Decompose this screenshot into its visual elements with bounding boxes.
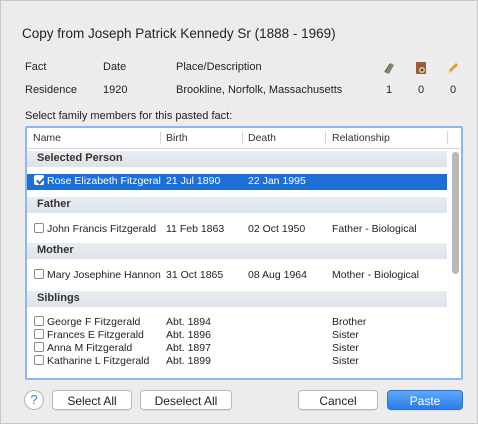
place-header: Place/Description bbox=[176, 61, 262, 73]
table-row[interactable]: John Francis Fitzgerald 11 Feb 1863 02 O… bbox=[27, 222, 447, 236]
table-row[interactable]: George F Fitzgerald Abt. 1894 Brother bbox=[27, 315, 447, 329]
row-checkbox[interactable] bbox=[34, 223, 44, 233]
col-birth[interactable]: Birth bbox=[166, 132, 188, 144]
group-selected-person: Selected Person bbox=[27, 151, 447, 167]
sources-count: 1 bbox=[386, 84, 393, 96]
select-family-label: Select family members for this pasted fa… bbox=[25, 110, 233, 122]
col-relationship[interactable]: Relationship bbox=[332, 132, 390, 144]
table-row[interactable]: Rose Elizabeth Fitzgerald 21 Jul 1890 22… bbox=[27, 174, 447, 190]
row-checkbox[interactable] bbox=[34, 329, 44, 339]
group-siblings: Siblings bbox=[27, 291, 447, 307]
fact-row: Residence 1920 Brookline, Norfolk, Massa… bbox=[25, 84, 465, 98]
deselect-all-button[interactable]: Deselect All bbox=[140, 390, 232, 410]
paste-button[interactable]: Paste bbox=[387, 390, 463, 410]
dialog-title: Copy from Joseph Patrick Kennedy Sr (188… bbox=[22, 26, 336, 41]
table-row[interactable]: Frances E Fitzgerald Abt. 1896 Sister bbox=[27, 328, 447, 342]
group-father: Father bbox=[27, 197, 447, 213]
row-checkbox[interactable] bbox=[34, 269, 44, 279]
col-name[interactable]: Name bbox=[33, 132, 61, 144]
group-mother: Mother bbox=[27, 243, 447, 259]
row-checkbox[interactable] bbox=[34, 316, 44, 326]
media-icon bbox=[416, 62, 426, 74]
table-row[interactable]: Katharine L Fitzgerald Abt. 1899 Sister bbox=[27, 354, 447, 368]
col-death[interactable]: Death bbox=[248, 132, 276, 144]
copy-fact-dialog: Copy from Joseph Patrick Kennedy Sr (188… bbox=[0, 0, 478, 424]
notes-pencil-icon bbox=[448, 63, 458, 73]
select-all-button[interactable]: Select All bbox=[52, 390, 132, 410]
fact-value: Residence bbox=[25, 84, 77, 96]
notes-count: 0 bbox=[450, 84, 457, 96]
cancel-button[interactable]: Cancel bbox=[298, 390, 378, 410]
row-checkbox[interactable] bbox=[34, 175, 44, 185]
place-value: Brookline, Norfolk, Massachusetts bbox=[176, 84, 343, 96]
media-count: 0 bbox=[418, 84, 425, 96]
list-column-header: Name Birth Death Relationship bbox=[27, 128, 461, 149]
table-row[interactable]: Mary Josephine Hannon 31 Oct 1865 08 Aug… bbox=[27, 268, 447, 282]
table-row[interactable]: Anna M Fitzgerald Abt. 1897 Sister bbox=[27, 341, 447, 355]
date-value: 1920 bbox=[103, 84, 128, 96]
list-scrollbar[interactable] bbox=[452, 152, 459, 274]
family-members-list[interactable]: Name Birth Death Relationship Selected P… bbox=[25, 126, 463, 380]
fact-header: Fact bbox=[25, 61, 47, 73]
date-header: Date bbox=[103, 61, 127, 73]
row-checkbox[interactable] bbox=[34, 355, 44, 365]
help-button[interactable]: ? bbox=[24, 390, 44, 410]
row-checkbox[interactable] bbox=[34, 342, 44, 352]
fact-table-header: Fact Date Place/Description bbox=[25, 61, 465, 75]
sources-icon bbox=[384, 63, 394, 74]
